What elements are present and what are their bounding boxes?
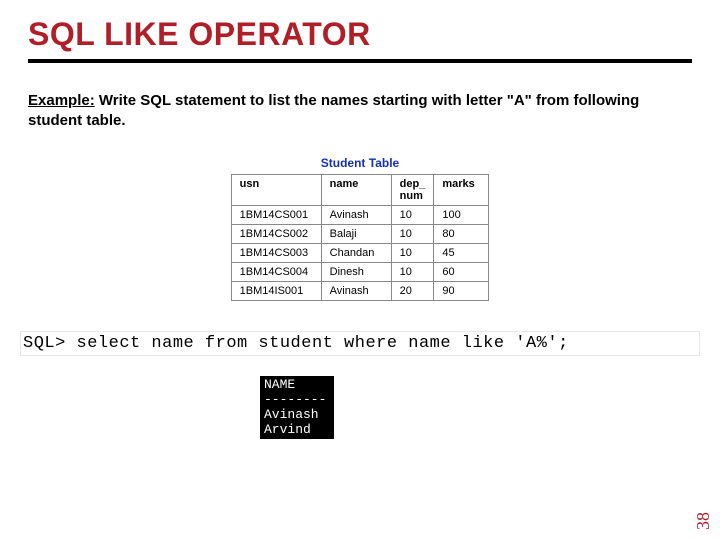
cell-name: Avinash (321, 205, 391, 224)
cell-dep: 10 (391, 262, 434, 281)
query-result: NAME -------- Avinash Arvind (260, 376, 334, 440)
cell-marks: 90 (434, 281, 489, 300)
cell-name: Balaji (321, 224, 391, 243)
th-marks: marks (434, 174, 489, 205)
cell-marks: 45 (434, 243, 489, 262)
cell-dep: 10 (391, 205, 434, 224)
cell-name: Avinash (321, 281, 391, 300)
result-row: Avinash (264, 407, 319, 422)
example-text: Example: Write SQL statement to list the… (28, 91, 692, 132)
th-name: name (321, 174, 391, 205)
student-table-wrap: Student Table usn name dep_ num marks 1B… (28, 156, 692, 301)
cell-usn: 1BM14CS003 (231, 243, 321, 262)
sql-statement: SQL> select name from student where name… (20, 331, 700, 356)
cell-marks: 100 (434, 205, 489, 224)
page-number: 38 (693, 512, 714, 530)
result-sep: -------- (264, 392, 326, 407)
cell-dep: 10 (391, 243, 434, 262)
slide-title: SQL LIKE OPERATOR (28, 16, 692, 53)
cell-usn: 1BM14CS002 (231, 224, 321, 243)
th-dep-num: dep_ num (391, 174, 434, 205)
cell-dep: 10 (391, 224, 434, 243)
table-row: 1BM14CS004 Dinesh 10 60 (231, 262, 489, 281)
result-row: Arvind (264, 422, 311, 437)
table-header-row: usn name dep_ num marks (231, 174, 489, 205)
cell-usn: 1BM14CS001 (231, 205, 321, 224)
title-rule (28, 59, 692, 63)
table-row: 1BM14CS002 Balaji 10 80 (231, 224, 489, 243)
example-lead: Example: (28, 92, 95, 109)
student-table-caption: Student Table (28, 156, 692, 170)
result-header: NAME (264, 377, 295, 392)
cell-marks: 60 (434, 262, 489, 281)
slide: SQL LIKE OPERATOR Example: Write SQL sta… (0, 0, 720, 439)
cell-name: Dinesh (321, 262, 391, 281)
cell-usn: 1BM14IS001 (231, 281, 321, 300)
table-row: 1BM14IS001 Avinash 20 90 (231, 281, 489, 300)
table-row: 1BM14CS001 Avinash 10 100 (231, 205, 489, 224)
cell-usn: 1BM14CS004 (231, 262, 321, 281)
cell-name: Chandan (321, 243, 391, 262)
example-body: Write SQL statement to list the names st… (28, 92, 639, 129)
table-row: 1BM14CS003 Chandan 10 45 (231, 243, 489, 262)
th-usn: usn (231, 174, 321, 205)
cell-dep: 20 (391, 281, 434, 300)
cell-marks: 80 (434, 224, 489, 243)
student-table: usn name dep_ num marks 1BM14CS001 Avina… (231, 174, 490, 301)
